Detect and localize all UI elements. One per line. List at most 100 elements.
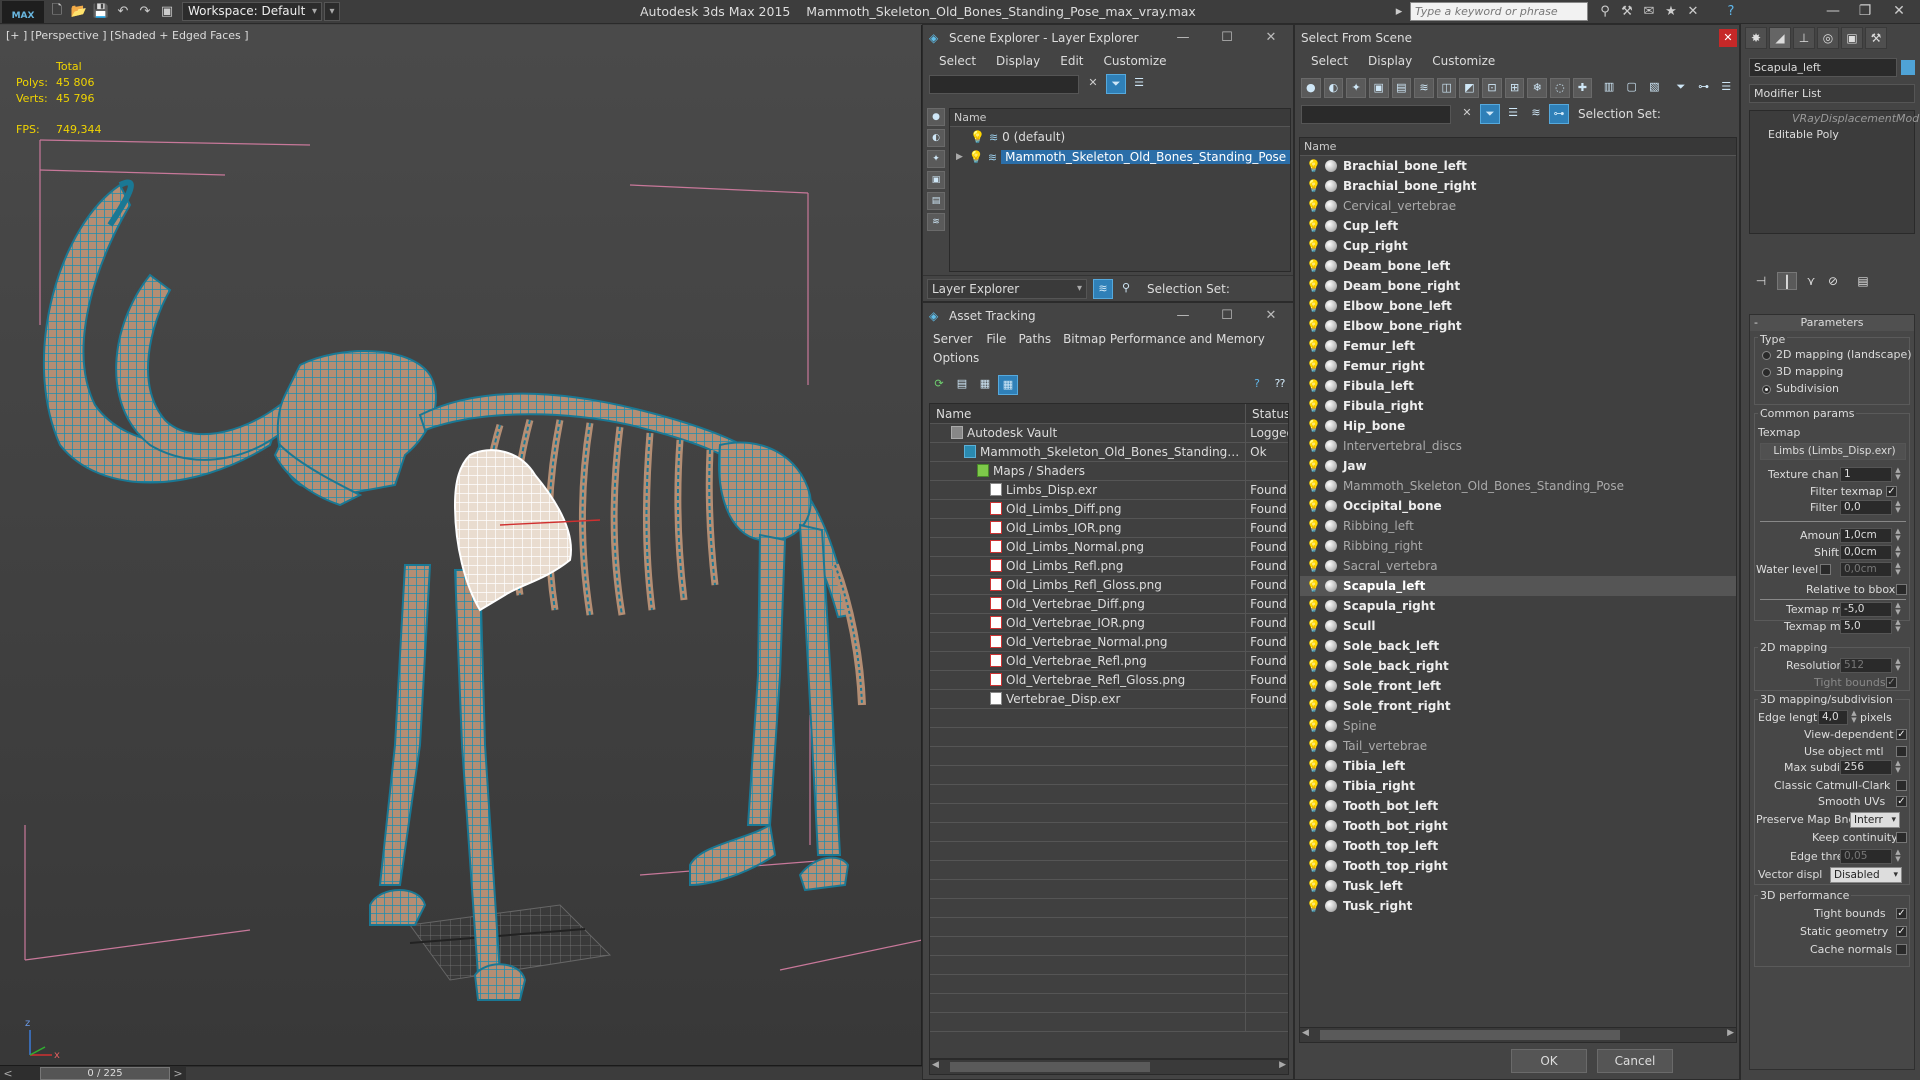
display-spacewarps-icon[interactable]: ≋ [927,213,945,231]
object-list-header-name[interactable]: Name [1300,138,1736,156]
light-bulb-icon[interactable]: 💡 [1306,699,1321,713]
expand-arrow-icon[interactable]: ▶ [956,152,963,162]
layer-tree-header-name[interactable]: Name [950,109,1290,127]
workspace-menu-button[interactable]: ▾ [324,2,340,21]
scene-object-row[interactable]: 💡 Sole_front_left [1300,676,1736,696]
scene-object-row[interactable]: 💡 Mammoth_Skeleton_Old_Bones_Standing_Pos… [1300,476,1736,496]
edge-length-spinner-icon[interactable]: ▲ ▼ [1850,710,1858,725]
water-level-input[interactable]: 0,0cm [1840,562,1892,577]
scene-object-row[interactable]: 💡 Tibia_right [1300,776,1736,796]
select-all-icon[interactable]: ▥ [1599,78,1619,98]
object-color-swatch[interactable] [1901,60,1915,75]
hierarchy-tab-icon[interactable]: ⊥ [1793,27,1815,49]
tight-bounds-2-checkbox[interactable]: ✓ [1896,908,1907,919]
modify-tab-icon[interactable]: ◢ [1769,27,1791,49]
light-bulb-icon[interactable]: 💡 [1306,339,1321,353]
scene-object-row[interactable]: 💡 Ribbing_right [1300,536,1736,556]
perspective-viewport[interactable]: z x [+ ] [Perspective ] [Shaded + Edged … [0,25,922,1065]
subscription-icon[interactable]: ⚒ [1616,2,1638,22]
scene-object-row[interactable]: 💡 Tooth_bot_right [1300,816,1736,836]
open-file-icon[interactable]: 📂 [68,2,90,22]
use-object-mtl-checkbox[interactable] [1896,746,1907,757]
scene-object-row[interactable]: 💡 Tooth_top_right [1300,856,1736,876]
context-help-icon[interactable]: ⁇ [1270,375,1290,395]
close-icon[interactable]: ✕ [1884,0,1914,22]
create-tab-icon[interactable]: ✸ [1745,27,1767,49]
water-level-spinner-icon[interactable]: ▲ ▼ [1894,562,1902,577]
make-unique-icon[interactable]: ⋎ [1801,272,1821,290]
light-bulb-icon[interactable]: 💡 [1306,439,1321,453]
scene-object-row[interactable]: 💡 Tibia_left [1300,756,1736,776]
light-bulb-icon[interactable]: 💡 [970,130,985,144]
filter-shapes-icon[interactable]: ◐ [1323,78,1344,98]
menu-display[interactable]: Display [996,54,1040,68]
light-bulb-icon[interactable]: 💡 [1306,899,1321,913]
help-icon[interactable]: ? [1247,375,1267,395]
stack-item-editable-poly[interactable]: Editable Poly [1750,127,1914,143]
filter-spacewarps-icon[interactable]: ≋ [1414,78,1434,98]
keep-continuity-checkbox[interactable] [1896,832,1907,843]
configure-sets-icon[interactable]: ▤ [1853,272,1873,290]
scene-object-row[interactable]: 💡 Tusk_right [1300,896,1736,916]
scroll-left-icon[interactable]: ◀ [1302,1028,1309,1038]
scene-object-row[interactable]: 💡 Cervical_vertebrae [1300,196,1736,216]
scene-object-row[interactable]: 💡 Cup_right [1300,236,1736,256]
asset-row[interactable]: Autodesk Vault Logged [930,424,1288,443]
asset-row[interactable]: Old_Vertebrae_Refl.png Found [930,652,1288,671]
binoculars-icon[interactable]: ⚲ [1594,2,1616,22]
utilities-tab-icon[interactable]: ⚒ [1865,27,1887,49]
radio-subdivision[interactable] [1762,385,1771,394]
light-bulb-icon[interactable]: 💡 [1306,419,1321,433]
display-geometry-icon[interactable]: ● [927,108,945,126]
light-bulb-icon[interactable]: 💡 [1306,459,1321,473]
light-bulb-icon[interactable]: 💡 [1306,499,1321,513]
scene-object-row[interactable]: 💡 Hip_bone [1300,416,1736,436]
light-bulb-icon[interactable]: 💡 [1306,479,1321,493]
light-bulb-icon[interactable]: 💡 [1306,219,1321,233]
modifier-list-dropdown[interactable]: Modifier List [1749,84,1915,103]
radio-2d-mapping[interactable] [1762,351,1771,360]
scene-object-row[interactable]: 💡 Sole_back_right [1300,656,1736,676]
scene-object-row[interactable]: 💡 Deam_bone_right [1300,276,1736,296]
edge-thresh-spinner-icon[interactable]: ▲ ▼ [1894,849,1902,864]
scene-object-row[interactable]: 💡 Ribbing_left [1300,516,1736,536]
light-bulb-icon[interactable]: 💡 [1306,239,1321,253]
tight-bounds-checkbox[interactable]: ✓ [1886,677,1897,688]
select-none-icon[interactable]: ▢ [1622,78,1642,98]
keyword-search-input[interactable]: Type a keyword or phrase [1410,2,1588,21]
clear-search-icon[interactable]: ✕ [1083,74,1103,94]
new-file-icon[interactable]: 🗋 [46,2,68,22]
asset-row[interactable]: Old_Limbs_Diff.png Found [930,500,1288,519]
invert-selection-icon[interactable]: ▧ [1645,78,1665,98]
minimize-icon[interactable]: — [1818,0,1848,22]
column-status[interactable]: Status [1246,404,1288,423]
filter-groups-icon[interactable]: ◫ [1436,78,1457,98]
layer-options-icon[interactable]: ☰ [1129,74,1149,94]
scroll-thumb[interactable] [1320,1030,1620,1040]
light-bulb-icon[interactable]: 💡 [1306,319,1321,333]
close-icon[interactable]: ✕ [1249,25,1293,51]
resolution-input[interactable]: 512 [1840,658,1892,673]
filter-icon[interactable]: ⏷ [1480,104,1500,124]
scroll-left-icon[interactable]: ◀ [932,1060,939,1070]
scene-object-row[interactable]: 💡 Jaw [1300,456,1736,476]
hierarchy-mode-icon[interactable]: ⚲ [1116,279,1136,299]
scene-object-row[interactable]: 💡 Scapula_left [1300,576,1736,596]
table-view-icon[interactable]: ▦ [998,375,1018,395]
scene-object-row[interactable]: 💡 Tail_vertebrae [1300,736,1736,756]
light-bulb-icon[interactable]: 💡 [1306,259,1321,273]
scene-object-row[interactable]: 💡 Scapula_right [1300,596,1736,616]
menu-customize[interactable]: Customize [1432,54,1495,68]
shift-input[interactable]: 0,0cm [1840,545,1892,560]
light-bulb-icon[interactable]: 💡 [1306,839,1321,853]
scene-object-row[interactable]: 💡 Sole_back_left [1300,636,1736,656]
asset-row[interactable]: Old_Vertebrae_Diff.png Found [930,595,1288,614]
asset-row[interactable]: Old_Vertebrae_Normal.png Found [930,633,1288,652]
app-logo[interactable]: MAX [2,0,44,23]
asset-row[interactable]: Old_Limbs_Refl_Gloss.png Found [930,576,1288,595]
relative-bbox-checkbox[interactable] [1896,584,1907,595]
menu-select[interactable]: Select [1311,54,1348,68]
light-bulb-icon[interactable]: 💡 [1306,359,1321,373]
project-folder-icon[interactable]: ▣ [156,2,178,22]
edge-length-input[interactable]: 4,0 [1818,710,1848,725]
